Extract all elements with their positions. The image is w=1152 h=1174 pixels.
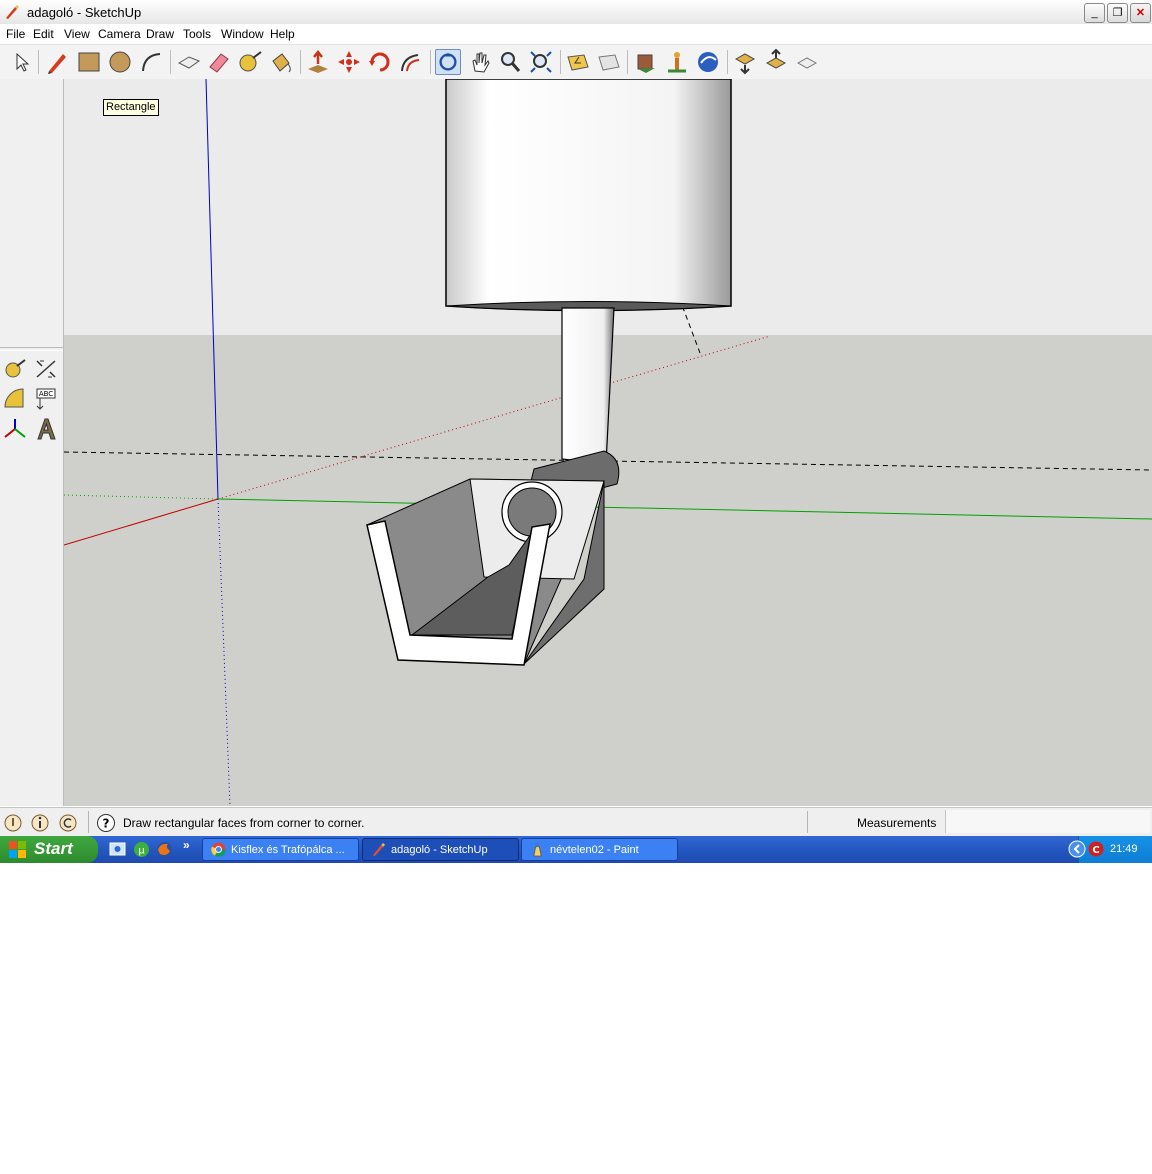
tape-measure-icon[interactable] bbox=[237, 49, 263, 75]
next-view-icon[interactable] bbox=[596, 49, 622, 75]
menu-window[interactable]: Window bbox=[221, 27, 264, 41]
share-model-icon[interactable] bbox=[763, 49, 789, 75]
paint-bucket-icon[interactable] bbox=[268, 49, 294, 75]
circle-tool-icon[interactable] bbox=[107, 49, 133, 75]
help-icon[interactable]: ? bbox=[96, 813, 116, 833]
status-hint: Draw rectangular faces from corner to co… bbox=[123, 816, 365, 830]
dimension-tool-icon[interactable] bbox=[34, 357, 58, 381]
task-label: adagoló - SketchUp bbox=[391, 844, 488, 856]
paint-icon bbox=[533, 842, 542, 857]
google-earth-icon[interactable] bbox=[695, 49, 721, 75]
text-tool-icon[interactable]: ABC bbox=[34, 387, 58, 411]
task-label: Kisflex és Trafópálca ... bbox=[231, 844, 345, 856]
get-models-2-icon[interactable] bbox=[732, 49, 758, 75]
start-label: Start bbox=[34, 839, 73, 858]
restore-button[interactable]: ❐ bbox=[1107, 3, 1128, 23]
share-component-icon[interactable] bbox=[794, 49, 820, 75]
push-pull-icon[interactable] bbox=[305, 49, 331, 75]
svg-text:?: ? bbox=[103, 817, 110, 831]
status-bar: ? Draw rectangular faces from corner to … bbox=[0, 807, 1152, 837]
make-component-icon[interactable] bbox=[176, 49, 202, 75]
measurements-label: Measurements bbox=[857, 816, 937, 830]
left-tool-palette: ABC bbox=[0, 79, 64, 806]
title-bar: adagoló - SketchUp _ ❐ ✕ bbox=[0, 0, 1152, 25]
orbit-tool-icon[interactable] bbox=[435, 49, 461, 75]
axes-tool-icon[interactable] bbox=[3, 417, 27, 441]
menu-view[interactable]: View bbox=[64, 27, 90, 41]
menu-camera[interactable]: Camera bbox=[98, 27, 141, 41]
menu-edit[interactable]: Edit bbox=[33, 27, 54, 41]
place-model-icon[interactable] bbox=[664, 49, 690, 75]
previous-view-icon[interactable] bbox=[565, 49, 591, 75]
start-button[interactable]: Start bbox=[0, 836, 98, 863]
menu-tools[interactable]: Tools bbox=[183, 27, 211, 41]
chrome-icon bbox=[211, 842, 226, 857]
arc-tool-icon[interactable] bbox=[138, 49, 164, 75]
credits-icon[interactable] bbox=[30, 813, 50, 833]
modeling-viewport[interactable] bbox=[64, 79, 1152, 806]
rotate-tool-icon[interactable] bbox=[367, 49, 393, 75]
utorrent-icon[interactable]: µ bbox=[133, 841, 150, 858]
menu-help[interactable]: Help bbox=[270, 27, 295, 41]
measurements-field[interactable] bbox=[945, 810, 1150, 833]
show-desktop-icon[interactable] bbox=[109, 841, 126, 858]
windows-logo-icon bbox=[9, 841, 26, 858]
minimize-button[interactable]: _ bbox=[1084, 3, 1105, 23]
clock: 21:49 bbox=[1110, 843, 1138, 855]
task-chrome[interactable]: Kisflex és Trafópálca ... bbox=[202, 838, 359, 861]
zoom-extents-icon[interactable] bbox=[528, 49, 554, 75]
geo-location-icon[interactable] bbox=[3, 813, 23, 833]
pan-tool-icon[interactable] bbox=[467, 49, 493, 75]
quicklaunch-more-icon[interactable]: » bbox=[183, 838, 190, 852]
svg-text:C: C bbox=[1092, 845, 1099, 856]
eraser-tool-icon[interactable] bbox=[206, 49, 232, 75]
tray-expand-icon[interactable] bbox=[1068, 840, 1086, 858]
vertical-pipe bbox=[561, 307, 615, 465]
protractor-tool-icon[interactable] bbox=[3, 387, 27, 411]
hopper-cylinder bbox=[445, 79, 732, 312]
task-label: névtelen02 - Paint bbox=[550, 844, 639, 856]
tape-measure-small-icon[interactable] bbox=[3, 357, 27, 381]
move-tool-icon[interactable] bbox=[336, 49, 362, 75]
task-paint[interactable]: névtelen02 - Paint bbox=[521, 838, 678, 861]
zoom-tool-icon[interactable] bbox=[497, 49, 523, 75]
menu-bar: File Edit View Camera Draw Tools Window … bbox=[0, 24, 1152, 45]
pencil-tool-icon[interactable] bbox=[45, 49, 71, 75]
firefox-icon[interactable] bbox=[156, 841, 173, 858]
menu-draw[interactable]: Draw bbox=[146, 27, 174, 41]
main-toolbar bbox=[0, 45, 1152, 80]
offset-tool-icon[interactable] bbox=[398, 49, 424, 75]
svg-text:ABC: ABC bbox=[39, 390, 53, 398]
sketchup-app-icon bbox=[6, 5, 19, 19]
svg-text:µ: µ bbox=[138, 846, 145, 857]
3d-text-tool-icon[interactable] bbox=[34, 417, 58, 441]
get-models-icon[interactable] bbox=[633, 49, 659, 75]
tool-tooltip: Rectangle bbox=[103, 99, 159, 116]
rectangle-tool-icon[interactable] bbox=[76, 49, 102, 75]
window-title: adagoló - SketchUp bbox=[27, 5, 142, 20]
antivirus-tray-icon[interactable]: C bbox=[1088, 841, 1104, 857]
task-sketchup[interactable]: adagoló - SketchUp bbox=[362, 838, 519, 861]
menu-file[interactable]: File bbox=[6, 27, 25, 41]
sketchup-task-icon bbox=[372, 842, 386, 857]
close-button[interactable]: ✕ bbox=[1130, 3, 1151, 23]
sign-in-icon[interactable] bbox=[58, 813, 78, 833]
select-tool-icon[interactable] bbox=[8, 49, 34, 75]
